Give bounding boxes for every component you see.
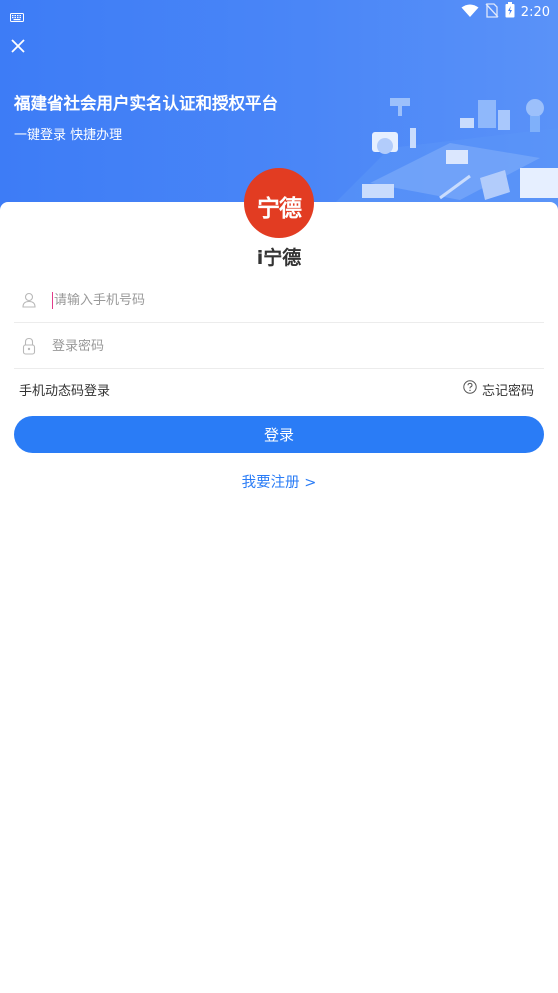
text-cursor [52, 291, 53, 309]
login-options-row: 手机动态码登录 忘记密码 [19, 379, 534, 399]
app-name: i宁德 [256, 247, 302, 269]
no-sim-icon [485, 2, 499, 22]
phone-input[interactable] [54, 292, 494, 308]
user-icon [22, 292, 52, 308]
battery-icon [505, 2, 515, 22]
close-icon[interactable] [10, 38, 28, 56]
phone-field [14, 278, 544, 323]
forgot-password-label: 忘记密码 [481, 383, 534, 399]
wifi-icon [461, 3, 479, 22]
question-circle-icon [463, 380, 477, 398]
office-illustration [330, 98, 558, 215]
password-field [14, 324, 544, 369]
register-link[interactable]: 我要注册 > [0, 471, 558, 492]
keyboard-icon [10, 7, 24, 26]
status-time: 2:20 [520, 4, 550, 20]
password-input[interactable] [52, 338, 492, 354]
forgot-password-link[interactable]: 忘记密码 [463, 380, 534, 399]
page-subtitle: 一键登录 快捷办理 [14, 128, 123, 143]
sms-login-link[interactable]: 手机动态码登录 [19, 380, 110, 399]
logo-text: 宁德 [257, 196, 302, 222]
page-title: 福建省社会用户实名认证和授权平台 [14, 94, 278, 113]
lock-icon [22, 337, 52, 355]
login-button[interactable]: 登录 [14, 416, 544, 453]
status-bar: 2:20 [0, 0, 558, 24]
app-logo: 宁德 [244, 168, 314, 238]
